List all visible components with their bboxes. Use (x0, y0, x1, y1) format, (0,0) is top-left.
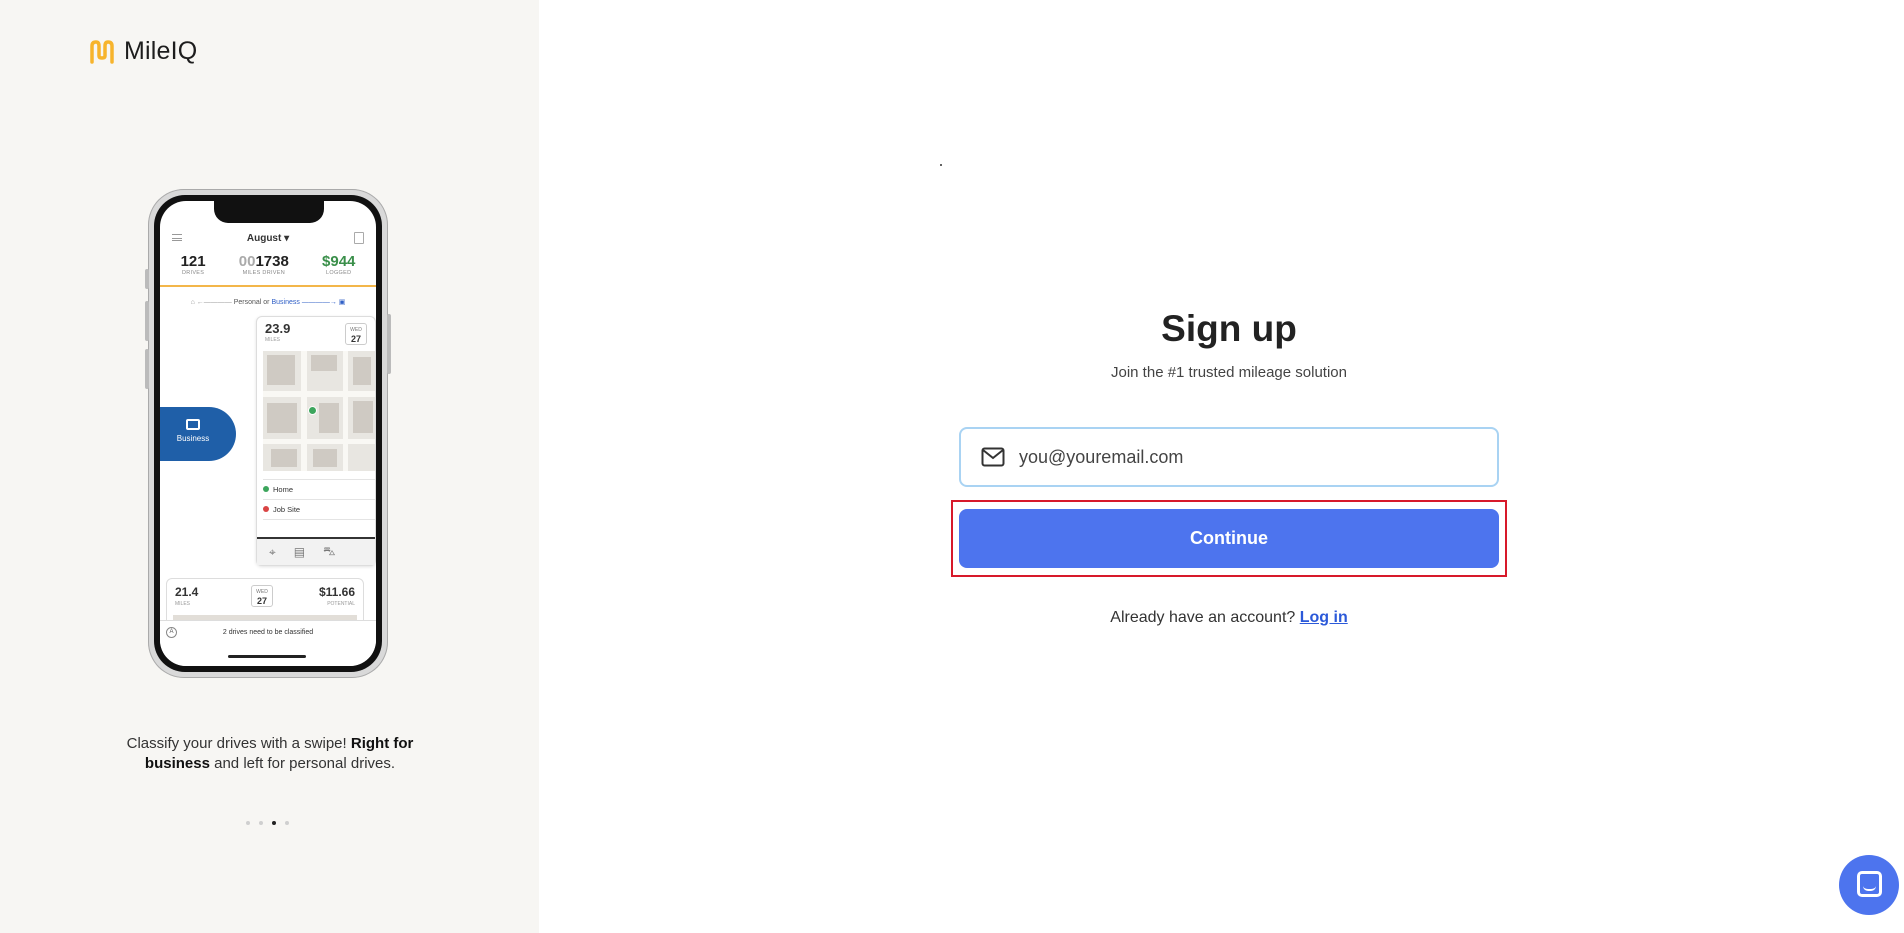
stat-miles-label: MILES DRIVEN (242, 270, 286, 276)
drive2-potential-label: POTENTIAL (327, 601, 355, 607)
swipe-hint: ⌂ ←———— Personal or Business ————→ ▣ (190, 299, 346, 306)
signup-form: Sign up Join the #1 trusted mileage solu… (951, 300, 1507, 626)
business-swipe-badge: Business (160, 407, 236, 461)
stat-drives-label: DRIVES (181, 270, 205, 276)
stat-miles-value: 001738 (238, 253, 289, 270)
drive-origin: Home (263, 485, 293, 494)
chat-widget-button[interactable] (1839, 855, 1899, 915)
drive-destination: Job Site (263, 505, 300, 514)
stray-mark (940, 164, 942, 166)
carousel-dot[interactable] (285, 821, 289, 825)
drive-card-toolbar: ⌖ ▤ ⛍ (257, 537, 375, 565)
car-icon: ⛍ (323, 544, 336, 558)
drive2-miles-label: MILES (175, 601, 191, 607)
drive-date: WED 27 (345, 323, 367, 345)
email-input[interactable] (1019, 429, 1479, 485)
unclassified-notice: 2 drives need to be classified (222, 629, 314, 636)
drive-miles: 23.9 (265, 321, 291, 336)
stat-logged-value: $944 (322, 253, 356, 270)
phone-bottom-bar: A 2 drives need to be classified (160, 620, 376, 666)
phone-stats: 121 DRIVES 001738 MILES DRIVEN $944 LOGG… (160, 253, 376, 276)
login-link[interactable]: Log in (1300, 609, 1348, 626)
drive2-miles: 21.4 (175, 585, 199, 599)
drive-card: 23.9 MILES WED 27 Home Job Site ⌖ ▤ ⛍ (256, 316, 376, 566)
already-account-text: Already have an account? (1110, 609, 1296, 626)
briefcase-icon (186, 419, 200, 430)
phone-mockup: August ▾ 121 DRIVES 001738 MILES DRIVEN … (145, 189, 391, 678)
promo-caption: Classify your drives with a swipe! Right… (126, 735, 414, 772)
carousel-dot-active[interactable] (272, 821, 276, 825)
mail-icon (981, 447, 1005, 467)
continue-button[interactable]: Continue (959, 509, 1499, 568)
drive2-potential: $11.66 (318, 585, 355, 599)
brand-logo[interactable]: MileIQ (88, 37, 197, 66)
drive-miles-label: MILES (265, 337, 281, 343)
carousel-dot[interactable] (246, 821, 250, 825)
phone-screen: August ▾ 121 DRIVES 001738 MILES DRIVEN … (160, 201, 376, 666)
email-field[interactable] (959, 427, 1499, 487)
stat-drives-value: 121 (180, 253, 206, 270)
chat-icon (1857, 871, 1882, 897)
map-pin-icon (308, 406, 317, 415)
report-icon (354, 232, 364, 244)
carousel-dot[interactable] (259, 821, 263, 825)
login-prompt: Already have an account? Log in (959, 609, 1499, 627)
receipt-icon: ▤ (293, 545, 306, 559)
stat-logged-label: LOGGED (326, 270, 352, 276)
drive2-date: WED 27 (251, 585, 273, 607)
mileiq-logo-icon (90, 39, 114, 64)
carousel-dots (246, 821, 289, 825)
promo-panel: MileIQ August ▾ 121 DRIVES 001738 MILES … (0, 0, 539, 933)
phone-month: August ▾ (246, 233, 290, 244)
page-title: Sign up (1161, 308, 1297, 349)
page-subtitle: Join the #1 trusted mileage solution (1111, 364, 1347, 381)
drive-map (263, 351, 375, 471)
location-icon: ⌖ (269, 544, 276, 559)
brand-name: MileIQ (124, 37, 198, 65)
